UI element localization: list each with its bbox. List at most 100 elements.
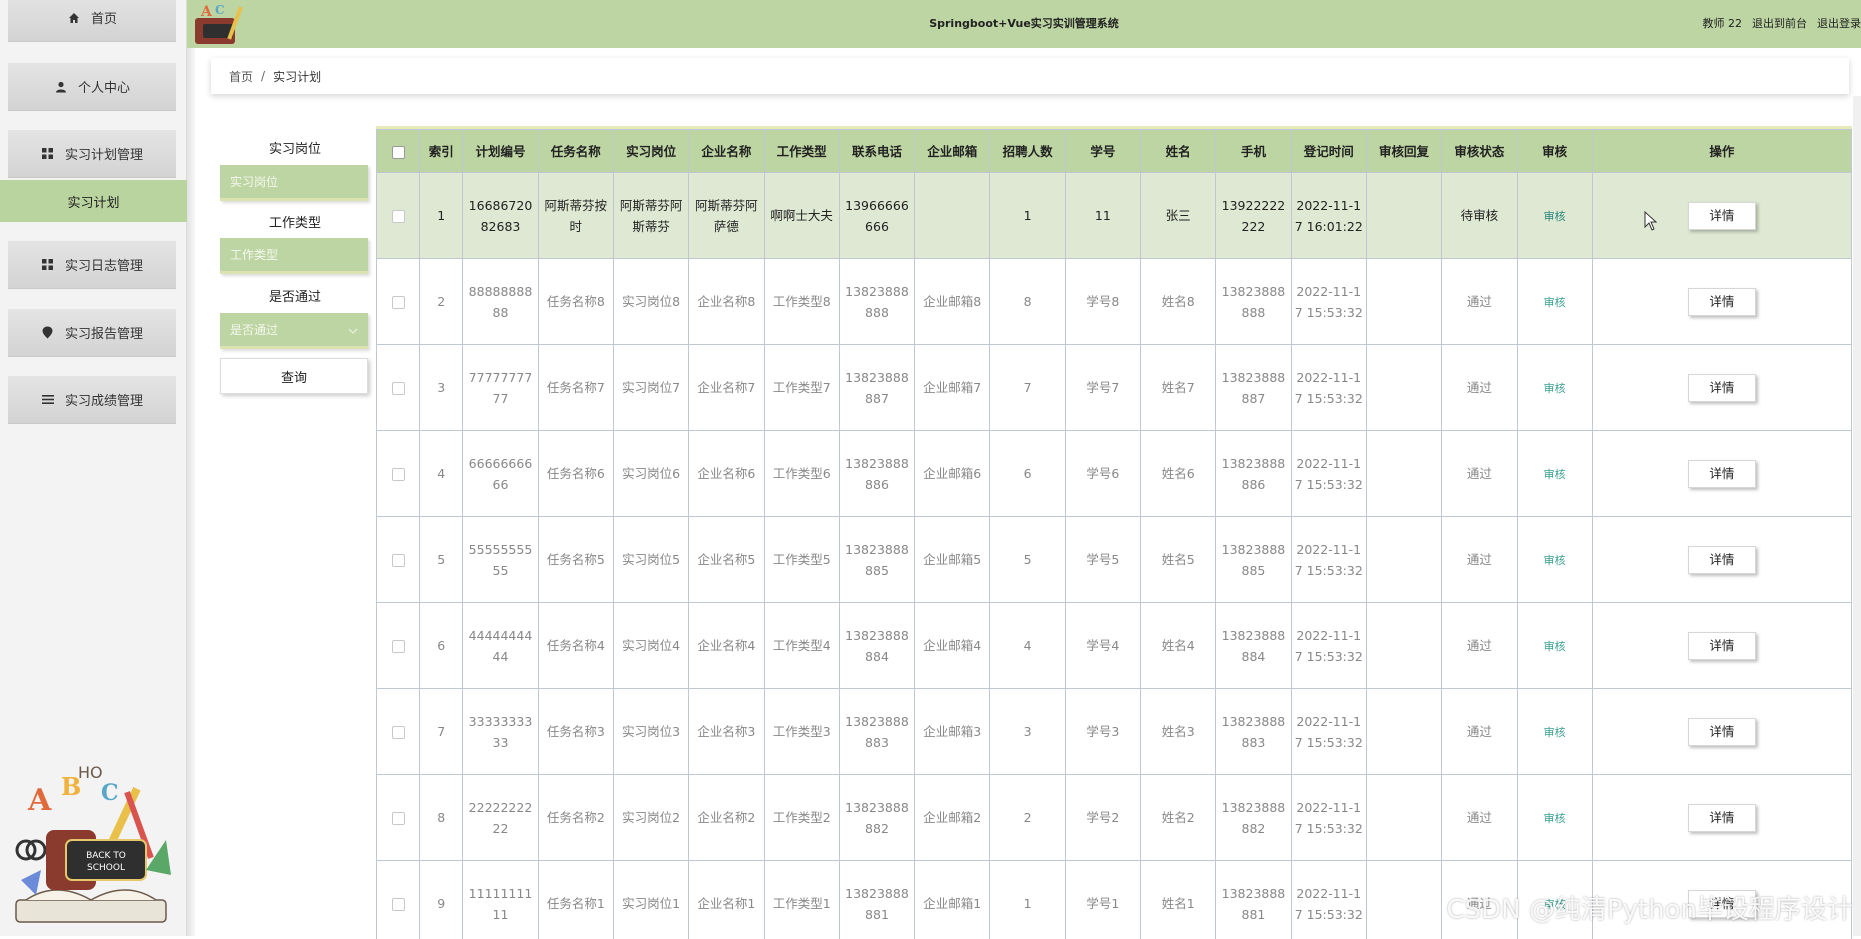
cell-task: 任务名称2: [538, 775, 613, 861]
back-to-front-link[interactable]: 退出到前台: [1752, 15, 1807, 31]
cell-idx: 7: [420, 689, 463, 775]
detail-button[interactable]: 详情: [1688, 460, 1756, 488]
column-header: 任务名称: [538, 130, 613, 173]
job-type-search-input[interactable]: [220, 238, 368, 274]
sidebar-item-label: 实习计划管理: [65, 144, 143, 163]
review-link[interactable]: 审核: [1544, 640, 1566, 653]
logout-link[interactable]: 退出登录: [1817, 15, 1861, 31]
detail-button[interactable]: 详情: [1688, 632, 1756, 660]
cell-status: 通过: [1442, 431, 1517, 517]
review-link[interactable]: 审核: [1544, 382, 1566, 395]
row-checkbox[interactable]: [392, 554, 405, 567]
detail-button[interactable]: 详情: [1688, 374, 1756, 402]
sidebar-item-report-manage[interactable]: 实习报告管理: [8, 309, 176, 357]
review-link[interactable]: 审核: [1544, 726, 1566, 739]
sidebar-item-home[interactable]: 首页: [8, 0, 176, 42]
cell-email: [915, 173, 990, 259]
cell-task: 任务名称7: [538, 345, 613, 431]
review-link[interactable]: 审核: [1544, 210, 1566, 223]
sidebar-item-score-manage[interactable]: 实习成绩管理: [8, 376, 176, 424]
row-checkbox[interactable]: [392, 812, 405, 825]
cell-plan: 2222222222: [463, 775, 538, 861]
column-header: 计划编号: [463, 130, 538, 173]
cell-phone: 13823888883: [839, 689, 914, 775]
cell-time: 2022-11-17 15:53:32: [1291, 345, 1366, 431]
cell-phone: 13823888885: [839, 517, 914, 603]
passed-select[interactable]: 是否通过: [220, 313, 368, 349]
table-row: 64444444444任务名称4实习岗位4企业名称4工作类型4138238888…: [377, 603, 1852, 689]
back-to-school-illustration: A B C HO BACK TO SCHOOL: [6, 760, 186, 930]
table-row: 37777777777任务名称7实习岗位7企业名称7工作类型7138238888…: [377, 345, 1852, 431]
plan-table-container: 索引 计划编号 任务名称 实习岗位 企业名称 工作类型 联系电话 企业邮箱 招聘…: [376, 126, 1852, 939]
detail-button[interactable]: 详情: [1688, 288, 1756, 316]
cell-email: 企业邮箱6: [915, 431, 990, 517]
row-checkbox[interactable]: [392, 640, 405, 653]
cell-status: 通过: [1442, 345, 1517, 431]
cell-task: 任务名称3: [538, 689, 613, 775]
position-label: 实习岗位: [220, 138, 370, 157]
cell-email: 企业邮箱7: [915, 345, 990, 431]
row-checkbox[interactable]: [392, 898, 405, 911]
pin-icon: [41, 326, 55, 340]
grid-icon: [41, 258, 55, 272]
cell-actions: 详情: [1592, 431, 1851, 517]
cell-name: 姓名3: [1141, 689, 1216, 775]
cell-idx: 9: [420, 861, 463, 939]
cell-type: 工作类型3: [764, 689, 839, 775]
cell-sid: 学号4: [1065, 603, 1140, 689]
review-link[interactable]: 审核: [1544, 468, 1566, 481]
cell-review: 审核: [1517, 517, 1592, 603]
cell-reply: [1366, 173, 1441, 259]
column-header: 招聘人数: [990, 130, 1065, 173]
column-header: 学号: [1065, 130, 1140, 173]
row-checkbox[interactable]: [392, 210, 405, 223]
review-link[interactable]: 审核: [1544, 554, 1566, 567]
cell-mobile: 13823888882: [1216, 775, 1291, 861]
select-all-cell: [377, 130, 420, 173]
sidebar-subitem-plan[interactable]: 实习计划: [0, 180, 187, 222]
sidebar-item-plan-manage[interactable]: 实习计划管理: [8, 130, 176, 178]
sidebar-item-label: 实习日志管理: [65, 255, 143, 274]
column-header: 工作类型: [764, 130, 839, 173]
cell-idx: 2: [420, 259, 463, 345]
cell-mobile: 13823888883: [1216, 689, 1291, 775]
detail-button[interactable]: 详情: [1688, 718, 1756, 746]
table-row: 55555555555任务名称5实习岗位5企业名称5工作类型5138238888…: [377, 517, 1852, 603]
review-link[interactable]: 审核: [1544, 296, 1566, 309]
cell-time: 2022-11-17 15:53:32: [1291, 775, 1366, 861]
cell-type: 工作类型1: [764, 861, 839, 939]
home-icon: [67, 11, 81, 25]
row-checkbox[interactable]: [392, 726, 405, 739]
cell-post: 实习岗位7: [613, 345, 688, 431]
column-header: 企业邮箱: [915, 130, 990, 173]
cell-post: 实习岗位2: [613, 775, 688, 861]
cell-time: 2022-11-17 15:53:32: [1291, 861, 1366, 939]
row-checkbox[interactable]: [392, 468, 405, 481]
cell-reply: [1366, 689, 1441, 775]
review-link[interactable]: 审核: [1544, 812, 1566, 825]
sidebar-item-profile[interactable]: 个人中心: [8, 63, 176, 111]
select-all-checkbox[interactable]: [392, 146, 405, 159]
cell-mobile: 13823888888: [1216, 259, 1291, 345]
detail-button[interactable]: 详情: [1688, 546, 1756, 574]
table-row: 82222222222任务名称2实习岗位2企业名称2工作类型2138238888…: [377, 775, 1852, 861]
row-checkbox[interactable]: [392, 382, 405, 395]
table-row: 73333333333任务名称3实习岗位3企业名称3工作类型3138238888…: [377, 689, 1852, 775]
page-scrollbar[interactable]: [1853, 96, 1861, 936]
sidebar: 首页 个人中心 实习计划管理 实习计划 实习日志管理 实习报告管理 实习成绩管理: [0, 0, 187, 936]
breadcrumb-home[interactable]: 首页: [229, 68, 253, 85]
detail-button[interactable]: 详情: [1688, 804, 1756, 832]
cell-sid: 学号6: [1065, 431, 1140, 517]
cell-status: 通过: [1442, 259, 1517, 345]
query-button[interactable]: 查询: [220, 358, 368, 394]
cell-phone: 13966666666: [839, 173, 914, 259]
row-checkbox[interactable]: [392, 296, 405, 309]
cell-review: 审核: [1517, 173, 1592, 259]
detail-button[interactable]: 详情: [1688, 202, 1756, 230]
position-search-input[interactable]: [220, 165, 368, 201]
cell-review: 审核: [1517, 345, 1592, 431]
cell-name: 姓名8: [1141, 259, 1216, 345]
sidebar-item-log-manage[interactable]: 实习日志管理: [8, 241, 176, 289]
column-header: 企业名称: [689, 130, 764, 173]
cell-count: 1: [990, 861, 1065, 939]
